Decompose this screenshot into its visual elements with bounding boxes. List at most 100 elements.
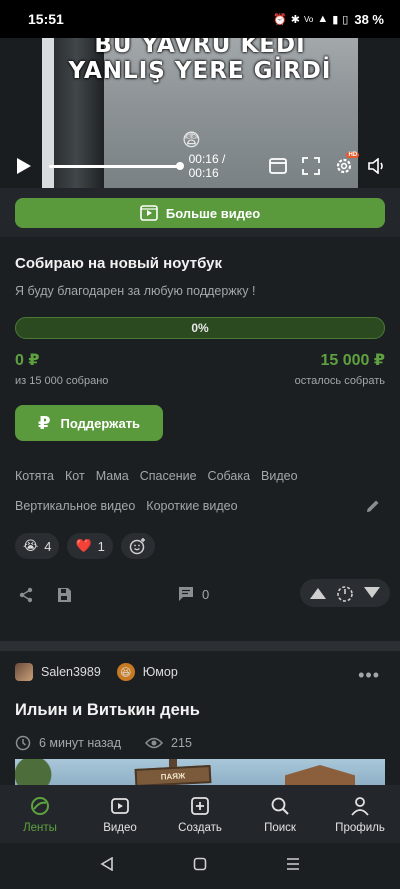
volume-icon (367, 158, 383, 174)
add-reaction-button[interactable] (120, 533, 155, 559)
video-player[interactable]: BU YAVRU KEDİ YANLIŞ YERE GİRDİ 😨 00:16 … (0, 38, 400, 188)
community-name[interactable]: Юмор (143, 665, 178, 679)
back-button[interactable] (100, 856, 114, 876)
tag-row-1: Котята Кот Мама Спасение Собака Видео (0, 461, 400, 491)
signal-icon: ▮ (332, 13, 339, 26)
fundraiser-title: Собираю на новый ноутбук (15, 255, 222, 272)
crying-face-icon: 😭 (23, 538, 39, 553)
play-icon (17, 158, 32, 174)
add-emoji-icon (129, 538, 145, 555)
tag-item[interactable]: Короткие видео (146, 499, 237, 513)
downvote-icon[interactable] (363, 586, 381, 600)
ruble-icon: ₽ (37, 412, 51, 433)
recents-lines-icon (287, 857, 300, 870)
bluetooth-icon: ✱ (290, 13, 300, 26)
battery-level: 38 % (354, 11, 384, 27)
profile-icon (351, 796, 369, 816)
nav-video[interactable]: Видео (80, 785, 160, 843)
edit-tags-button[interactable] (366, 499, 380, 518)
floppy-icon (58, 588, 71, 602)
hd-badge: HD (346, 152, 360, 158)
share-button[interactable] (18, 587, 34, 608)
author-name[interactable]: Salen3989 (41, 665, 101, 679)
video-progress-bar[interactable] (48, 162, 184, 170)
fullscreen-icon (301, 157, 320, 175)
post-image[interactable]: ПАЯЖ (15, 759, 385, 785)
tag-item[interactable]: Мама (96, 469, 129, 483)
post-meta: 6 минут назад 215 (15, 735, 192, 751)
pip-button[interactable] (269, 156, 288, 176)
progress-handle[interactable] (175, 162, 184, 170)
timer-icon[interactable] (336, 584, 354, 602)
more-video-button[interactable]: Больше видео (15, 198, 385, 228)
post-card[interactable]: Salen3989 😆 Юмор ••• Ильин и Витькин ден… (0, 651, 400, 785)
image-sign: ПАЯЖ (134, 765, 212, 785)
status-bar: 15:51 ⏰ ✱ Vo ▲ ▮ ▯ 38 % (0, 0, 400, 38)
tag-item[interactable]: Спасение (140, 469, 197, 483)
nav-profile[interactable]: Профиль (320, 785, 400, 843)
tag-item[interactable]: Собака (208, 469, 251, 483)
post-time: 6 минут назад (39, 736, 122, 750)
avatar[interactable] (15, 663, 33, 681)
home-square-icon (193, 857, 207, 870)
tag-item[interactable]: Вертикальное видео (15, 499, 135, 513)
pencil-icon (367, 500, 379, 512)
more-options-icon[interactable]: ••• (358, 665, 380, 686)
goal-amount: 15 000 ₽ (320, 352, 385, 369)
reactions-row: 😭 4 ❤️ 1 (15, 533, 155, 559)
status-time: 15:51 (28, 11, 64, 27)
tag-list: Котята Кот Мама Спасение Собака Видео Ве… (0, 461, 400, 521)
fundraiser-card: Собираю на новый ноутбук Я буду благодар… (0, 237, 400, 641)
feeds-icon (31, 796, 49, 815)
post-author-row: Salen3989 😆 Юмор (15, 663, 178, 681)
upvote-icon[interactable] (309, 586, 327, 600)
save-button[interactable] (56, 587, 72, 608)
reaction-crying[interactable]: 😭 4 (15, 533, 60, 559)
post-title[interactable]: Ильин и Витькин день (15, 701, 200, 720)
search-icon (271, 797, 289, 815)
nav-search[interactable]: Поиск (240, 785, 320, 843)
comments-button[interactable]: 0 (178, 586, 209, 602)
post-views: 215 (171, 736, 192, 750)
nav-label: Создать (178, 821, 222, 834)
support-button[interactable]: ₽ Поддержать (15, 405, 163, 441)
system-navigation (0, 843, 400, 889)
share-icon (19, 587, 33, 603)
fundraiser-progress-label: 0% (191, 321, 209, 335)
collected-caption: из 15 000 собрано (15, 375, 109, 387)
volte-icon: Vo (304, 14, 314, 24)
nav-label: Ленты (23, 821, 57, 834)
fullscreen-button[interactable] (301, 156, 320, 176)
status-icons: ⏰ ✱ Vo ▲ ▮ ▯ 38 % (273, 12, 384, 27)
back-triangle-icon (100, 856, 113, 871)
nav-label: Профиль (335, 821, 385, 834)
laughing-face-icon: 😆 (120, 666, 132, 679)
nav-feeds[interactable]: Ленты (0, 785, 80, 843)
fundraiser-progress-bar: 0% (15, 317, 385, 339)
collected-amount: 0 ₽ (15, 352, 40, 369)
eye-icon (145, 737, 164, 749)
remaining-caption: осталось собрать (294, 375, 385, 387)
home-button[interactable] (193, 857, 207, 876)
tag-item[interactable]: Видео (261, 469, 298, 483)
alarm-icon: ⏰ (273, 13, 287, 26)
video-caption-line2: YANLIŞ YERE GİRDİ (68, 58, 332, 84)
nav-label: Видео (103, 821, 137, 834)
fundraiser-subtitle: Я буду благодарен за любую поддержку ! (15, 284, 256, 298)
gear-icon (336, 158, 351, 174)
reaction-count: 1 (97, 538, 105, 554)
tag-item[interactable]: Котята (15, 469, 54, 483)
volume-button[interactable] (367, 156, 386, 176)
video-controls: 00:16 / 00:16 HD (0, 146, 400, 186)
community-icon[interactable]: 😆 (116, 663, 135, 681)
nav-create[interactable]: Создать (160, 785, 240, 843)
play-button[interactable] (14, 155, 35, 177)
recents-button[interactable] (286, 857, 300, 876)
support-button-label: Поддержать (60, 415, 141, 431)
comments-count: 0 (202, 586, 210, 602)
settings-button[interactable]: HD (334, 152, 360, 176)
tag-item[interactable]: Кот (65, 469, 85, 483)
post-divider (0, 641, 400, 651)
more-video-label: Больше видео (165, 205, 261, 221)
reaction-heart[interactable]: ❤️ 1 (67, 533, 113, 559)
